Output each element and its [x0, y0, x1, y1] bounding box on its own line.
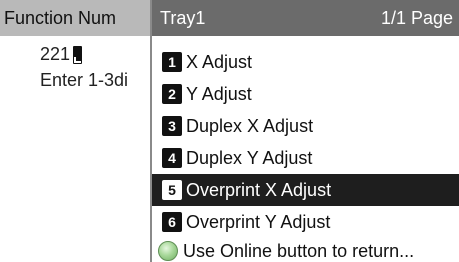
menu-item-y-adjust[interactable]: 2 Y Adjust	[152, 78, 459, 110]
function-number-hint: Enter 1-3di	[40, 70, 129, 90]
menu-list: 1 X Adjust 2 Y Adjust 3 Duplex X Adjust …	[152, 36, 459, 262]
number-5-icon: 5	[162, 180, 182, 200]
menu-item-label: Duplex X Adjust	[186, 115, 314, 136]
number-2-icon: 2	[162, 84, 182, 104]
menu-item-duplex-y-adjust[interactable]: 4 Duplex Y Adjust	[152, 142, 459, 174]
menu-item-label: Duplex Y Adjust	[186, 147, 313, 168]
online-return-text: Use Online button to return...	[183, 240, 415, 261]
function-number-header: Function Num	[0, 0, 152, 36]
number-1-icon: 1	[162, 52, 182, 72]
menu-item-overprint-x-adjust[interactable]: 5 Overprint X Adjust	[152, 174, 459, 206]
number-3-icon: 3	[162, 116, 182, 136]
function-number-screen: Function Num 221 Enter 1-3di	[0, 0, 152, 262]
menu-item-label: Overprint X Adjust	[186, 179, 332, 200]
menu-item-label: Y Adjust	[186, 83, 252, 104]
menu-item-x-adjust[interactable]: 1 X Adjust	[152, 46, 459, 78]
online-button-icon	[158, 241, 178, 261]
number-4-icon: 4	[162, 148, 182, 168]
function-number-input[interactable]: 221	[40, 44, 70, 65]
menu-item-duplex-x-adjust[interactable]: 3 Duplex X Adjust	[152, 110, 459, 142]
tray1-menu: Tray1 1/1 Page 1 X Adjust 2 Y Adjust 3 D…	[150, 0, 459, 262]
menu-item-label: X Adjust	[186, 51, 253, 72]
menu-item-label: Overprint Y Adjust	[186, 211, 331, 232]
online-return-hint: Use Online button to return...	[152, 238, 459, 262]
page-indicator: 1/1 Page	[380, 8, 453, 28]
number-6-icon: 6	[162, 212, 182, 232]
menu-header: Tray1 1/1 Page	[152, 0, 459, 36]
enter-icon	[73, 45, 83, 64]
menu-title: Tray1	[160, 8, 206, 28]
menu-item-overprint-y-adjust[interactable]: 6 Overprint Y Adjust	[152, 206, 459, 238]
function-number-value: 221	[40, 44, 83, 65]
